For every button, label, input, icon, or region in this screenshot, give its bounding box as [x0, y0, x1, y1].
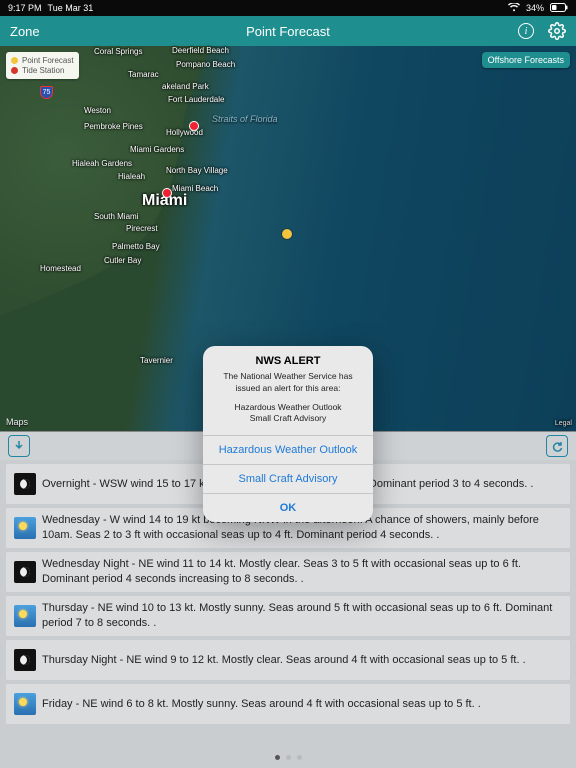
city-label: Weston [84, 106, 111, 115]
point-forecast-pin[interactable] [282, 229, 292, 239]
city-label: Hialeah Gardens [72, 159, 132, 168]
city-label: Tavernier [140, 356, 173, 365]
page-dot[interactable] [297, 755, 302, 760]
alert-button-ok[interactable]: OK [203, 493, 373, 522]
alert-sub: Hazardous Weather Outlook Small Craft Ad… [203, 402, 373, 435]
day-icon [14, 605, 36, 627]
status-date: Tue Mar 31 [48, 3, 94, 13]
day-icon [14, 517, 36, 539]
map-legal[interactable]: Legal [555, 420, 572, 427]
forecast-row[interactable]: Wednesday Night - NE wind 11 to 14 kt. M… [6, 552, 570, 592]
forecast-text: Wednesday Night - NE wind 11 to 14 kt. M… [42, 557, 562, 587]
refresh-button[interactable] [546, 435, 568, 457]
city-label: Cutler Bay [104, 256, 141, 265]
city-label: Hialeah [118, 172, 145, 181]
map-attribution: Maps [6, 417, 28, 427]
night-icon [14, 473, 36, 495]
zone-button[interactable]: Zone [10, 24, 40, 39]
interstate-shield: 75 [40, 86, 53, 99]
water-label: Straits of Florida [212, 114, 278, 124]
download-button[interactable] [8, 435, 30, 457]
battery-pct: 34% [526, 3, 544, 13]
forecast-row[interactable]: Thursday Night - NE wind 9 to 12 kt. Mos… [6, 640, 570, 680]
city-label: Deerfield Beach [172, 46, 229, 55]
tide-station-pin[interactable] [163, 189, 171, 197]
city-label: Miami Gardens [130, 145, 184, 154]
forecast-text: Thursday - NE wind 10 to 13 kt. Mostly s… [42, 601, 562, 631]
city-label: akeland Park [162, 82, 209, 91]
alert-button-hazardous[interactable]: Hazardous Weather Outlook [203, 435, 373, 464]
page-dot[interactable] [275, 755, 280, 760]
info-icon[interactable]: i [518, 23, 534, 39]
city-label: North Bay Village [166, 166, 228, 175]
status-time: 9:17 PM [8, 3, 42, 13]
forecast-row[interactable]: Friday - NE wind 6 to 8 kt. Mostly sunny… [6, 684, 570, 724]
alert-title: NWS ALERT [203, 346, 373, 369]
nav-bar: Zone Point Forecast i [0, 16, 576, 46]
city-label: Fort Lauderdale [168, 95, 224, 104]
offshore-forecasts-button[interactable]: Offshore Forecasts [482, 52, 570, 68]
nws-alert-dialog: NWS ALERT The National Weather Service h… [203, 346, 373, 522]
day-icon [14, 693, 36, 715]
city-label: South Miami [94, 212, 138, 221]
legend-tide-station: Tide Station [22, 66, 64, 75]
forecast-text: Friday - NE wind 6 to 8 kt. Mostly sunny… [42, 697, 481, 712]
gear-icon[interactable] [548, 22, 566, 40]
alert-body: The National Weather Service has issued … [203, 369, 373, 402]
tide-station-pin[interactable] [190, 122, 198, 130]
city-label: Coral Springs [94, 47, 142, 56]
alert-button-small-craft[interactable]: Small Craft Advisory [203, 464, 373, 493]
city-label: Homestead [40, 264, 81, 273]
city-label: Pembroke Pines [84, 122, 143, 131]
city-label: Hollywood [166, 128, 203, 137]
city-label: Palmetto Bay [112, 242, 160, 251]
wifi-icon [508, 3, 520, 14]
night-icon [14, 561, 36, 583]
map-legend: Point Forecast Tide Station [6, 52, 79, 79]
page-title: Point Forecast [0, 24, 576, 39]
night-icon [14, 649, 36, 671]
status-bar: 9:17 PM Tue Mar 31 34% [0, 0, 576, 16]
city-label: Pirecrest [126, 224, 158, 233]
forecast-row[interactable]: Thursday - NE wind 10 to 13 kt. Mostly s… [6, 596, 570, 636]
battery-icon [550, 3, 568, 14]
forecast-text: Thursday Night - NE wind 9 to 12 kt. Mos… [42, 653, 526, 668]
city-label: Tamarac [128, 70, 159, 79]
page-dot[interactable] [286, 755, 291, 760]
city-label: Pompano Beach [176, 60, 235, 69]
page-indicator [0, 746, 576, 768]
legend-point-forecast: Point Forecast [22, 56, 74, 65]
